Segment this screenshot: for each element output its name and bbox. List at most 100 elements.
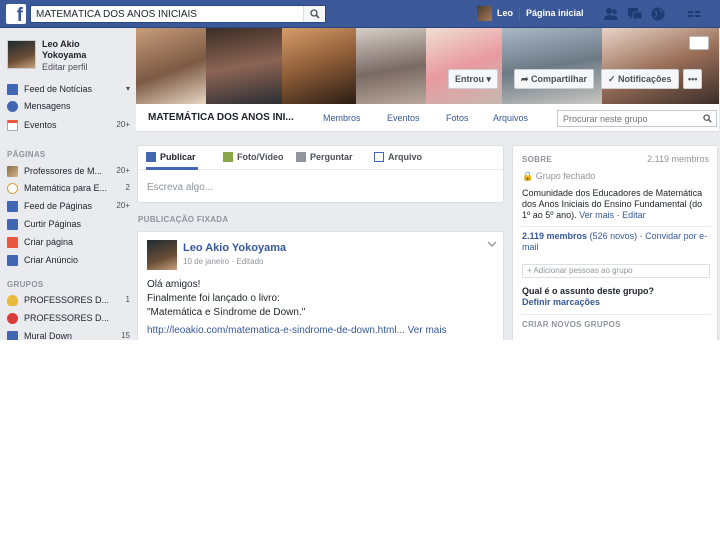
tab-publish[interactable]: Publicar	[146, 152, 196, 162]
chevron-down-icon[interactable]	[487, 240, 497, 248]
group-search-box	[557, 110, 717, 127]
messages-icon[interactable]	[627, 6, 643, 22]
news-feed-icon	[7, 84, 18, 95]
question-icon	[296, 152, 306, 162]
post-author-link[interactable]: Leo Akio Yokoyama	[183, 242, 286, 254]
set-tags-link[interactable]: Definir marcações	[522, 297, 710, 308]
sidebar-item-count: 2	[125, 183, 130, 192]
page-thumb-icon	[7, 166, 18, 177]
search-icon	[310, 9, 320, 19]
edit-profile-link[interactable]: Editar perfil	[42, 62, 88, 72]
post-timestamp[interactable]: 10 de janeiro · Editado	[183, 257, 264, 266]
sidebar-item-group[interactable]: Mural Down 15	[7, 330, 132, 340]
tab-ask[interactable]: Perguntar	[296, 152, 353, 162]
pinned-post: Leo Akio Yokoyama 10 de janeiro · Editad…	[137, 231, 504, 340]
camera-icon[interactable]	[689, 36, 709, 50]
page-logo-icon	[7, 183, 18, 194]
sidebar-item-label: Feed de Notícias	[24, 84, 93, 94]
active-tab-indicator	[146, 167, 198, 170]
groups-section-heading: GRUPOS	[7, 280, 44, 289]
joined-label: Entrou	[455, 74, 484, 84]
profile-name-link[interactable]: Leo Akio Yokoyama	[42, 39, 102, 61]
cover-photo-tile	[426, 28, 502, 104]
share-label: Compartilhar	[531, 74, 588, 84]
user-name-link[interactable]: Leo	[497, 8, 513, 18]
file-icon	[374, 152, 384, 162]
post-author-avatar[interactable]	[147, 240, 177, 270]
sidebar-item-label: Professores de M...	[24, 166, 103, 176]
members-link[interactable]: 2.119 membros	[522, 231, 587, 241]
post-text-line: Olá amigos!	[147, 279, 201, 290]
sidebar-item-group[interactable]: PROFESSORES D... 1	[7, 294, 132, 308]
photo-icon	[223, 152, 233, 162]
sidebar-item-label: Mensagens	[24, 101, 71, 111]
facebook-group-viewport: f Leo Página inicial Leo Akio Yokoyama E…	[0, 0, 720, 340]
messages-icon	[7, 101, 18, 112]
search-button[interactable]	[303, 6, 325, 22]
sidebar-item-menu[interactable]: ▾	[126, 84, 130, 93]
see-more-link[interactable]: Ver mais	[408, 325, 447, 336]
profile-avatar[interactable]	[7, 40, 36, 69]
divider	[522, 314, 710, 315]
top-navigation-bar: f Leo Página inicial	[0, 0, 720, 28]
pencil-icon	[146, 152, 156, 162]
user-avatar[interactable]	[477, 6, 492, 21]
post-link-line: http://leoakio.com/matematica-e-sindrome…	[147, 325, 447, 336]
new-members-link[interactable]: (526 novos)	[590, 231, 638, 241]
sidebar-item-pages-feed[interactable]: Feed de Páginas 20+	[7, 200, 132, 214]
sidebar-item-count: 20+	[116, 166, 130, 175]
tab-events[interactable]: Eventos	[387, 113, 420, 123]
sidebar-item-page[interactable]: Matemática para E... 2	[7, 182, 132, 196]
global-search-input[interactable]	[31, 6, 301, 22]
like-pages-icon	[7, 219, 18, 230]
edit-description-link[interactable]: Editar	[622, 210, 646, 220]
cover-photo-tile	[206, 28, 282, 104]
search-icon[interactable]	[703, 114, 712, 123]
composer-input[interactable]: Escreva algo...	[147, 182, 213, 193]
joined-button[interactable]: Entrou ▾	[448, 69, 499, 89]
sidebar-item-like-pages[interactable]: Curtir Páginas	[7, 218, 132, 232]
sidebar-item-label: Curtir Páginas	[24, 219, 82, 229]
sidebar-item-group[interactable]: PROFESSORES D...	[7, 312, 132, 326]
members-summary: 2.119 membros (526 novos) · Convidar por…	[522, 231, 708, 252]
sidebar-item-label: Criar Anúncio	[24, 255, 79, 265]
members-count[interactable]: 2.119 membros	[647, 154, 709, 164]
add-people-input[interactable]: + Adicionar pessoas ao grupo	[522, 264, 710, 278]
create-groups-heading: CRIAR NOVOS GRUPOS	[522, 320, 621, 329]
pinned-post-label: PUBLICAÇÃO FIXADA	[138, 215, 229, 224]
sidebar-item-count: 1	[125, 295, 130, 304]
sidebar-item-create-ad[interactable]: Criar Anúncio	[7, 254, 132, 268]
sidebar-item-count: 15	[121, 331, 130, 340]
divider	[519, 7, 520, 21]
sidebar-item-messages[interactable]: Mensagens	[7, 100, 132, 114]
sidebar-item-create-page[interactable]: Criar página	[7, 236, 132, 250]
group-search-input[interactable]	[558, 111, 698, 126]
tab-photo-video[interactable]: Foto/Vídeo	[223, 152, 284, 162]
lightbulb-icon	[7, 295, 18, 306]
tab-files[interactable]: Arquivos	[493, 113, 528, 123]
settings-icon[interactable]	[686, 6, 702, 22]
privacy-status: 🔒 Grupo fechado	[522, 171, 596, 181]
group-title[interactable]: MATEMÁTICA DOS ANOS INI...	[148, 112, 294, 123]
sidebar-item-page[interactable]: Professores de M... 20+	[7, 165, 132, 179]
home-link[interactable]: Página inicial	[526, 8, 584, 18]
notifications-button[interactable]: ✓ Notificações	[601, 69, 679, 89]
share-button[interactable]: ➦ Compartilhar	[514, 69, 595, 89]
tab-photos[interactable]: Fotos	[446, 113, 469, 123]
group-cover-photo[interactable]	[136, 28, 719, 104]
tab-file[interactable]: Arquivo	[374, 152, 422, 162]
see-more-link[interactable]: Ver mais	[579, 210, 614, 220]
sidebar-item-label: Criar página	[24, 237, 74, 247]
sidebar-item-label: Feed de Páginas	[24, 201, 93, 211]
sidebar-item-events[interactable]: Eventos 20+	[7, 119, 132, 133]
global-search-box	[30, 5, 326, 23]
tab-members[interactable]: Membros	[323, 113, 361, 123]
more-options-button[interactable]: •••	[683, 69, 703, 89]
pages-feed-icon	[7, 201, 18, 212]
sidebar-item-news-feed[interactable]: Feed de Notícias ▾	[7, 83, 132, 97]
post-link[interactable]: http://leoakio.com/matematica-e-sindrome…	[147, 325, 405, 336]
globe-icon[interactable]	[650, 6, 666, 22]
facebook-logo-icon[interactable]: f	[6, 4, 26, 24]
friends-icon[interactable]	[603, 6, 619, 22]
group-description: Comunidade dos Educadores de Matemática …	[522, 188, 703, 220]
